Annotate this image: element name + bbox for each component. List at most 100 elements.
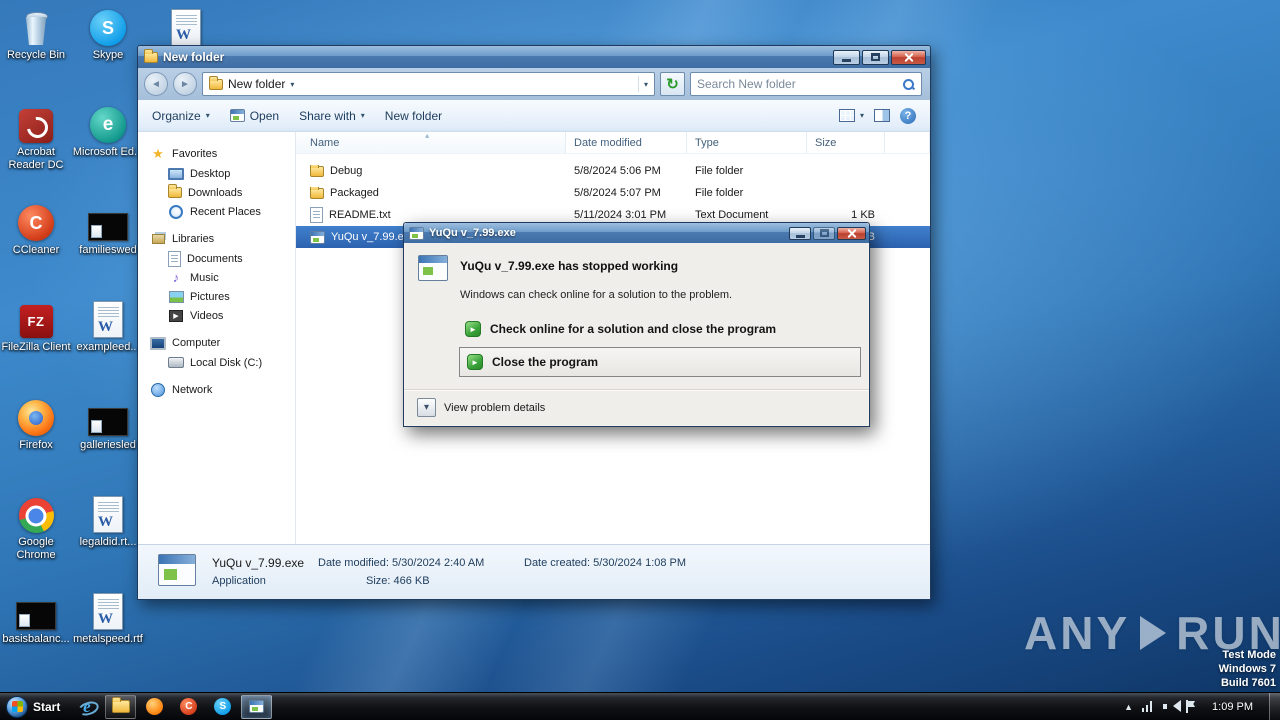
minimize-button[interactable]	[833, 49, 860, 65]
taskbar-firefox-button[interactable]	[139, 695, 170, 719]
dialog-titlebar[interactable]: YuQu v_7.99.exe	[404, 223, 869, 243]
column-header-name[interactable]: Name	[296, 132, 566, 153]
explorer-window-icon folder-icon	[144, 48, 158, 63]
library-icon	[150, 234, 166, 244]
desktop-icon-recycle-bin[interactable]: Recycle Bin	[0, 6, 72, 62]
search-input[interactable]	[697, 77, 896, 91]
taskbar-ccleaner-button[interactable]	[173, 695, 204, 719]
show-desktop-button[interactable]	[1269, 692, 1280, 720]
desktop-icon-exampleed[interactable]: exampleed...	[72, 298, 144, 354]
refresh-button[interactable]	[660, 72, 685, 96]
sidebar-item-pictures[interactable]: Pictures	[138, 287, 295, 306]
sidebar-group-computer[interactable]: Computer	[138, 333, 295, 353]
close-program-command-link[interactable]: Close the program	[459, 347, 861, 377]
folder-icon	[310, 165, 324, 177]
sidebar-group-network[interactable]: Network	[138, 380, 295, 400]
desktop-icon-firefox[interactable]: Firefox	[0, 396, 72, 452]
back-button[interactable]	[144, 72, 168, 96]
network-icon[interactable]	[1142, 701, 1155, 712]
close-button[interactable]	[891, 49, 926, 65]
check-online-command-link[interactable]: Check online for a solution and close th…	[465, 321, 776, 337]
taskbar-active-app-button[interactable]	[241, 694, 273, 719]
share-with-menu[interactable]: Share with	[299, 109, 365, 123]
desktop-icon-skype[interactable]: Skype	[72, 6, 144, 62]
sidebar-item-music[interactable]: Music	[138, 268, 295, 287]
desktop-icon-microsoft-ed[interactable]: Microsoft Ed...	[72, 103, 144, 159]
sidebar-item-desktop[interactable]: Desktop	[138, 164, 295, 183]
search-icon[interactable]	[902, 78, 915, 91]
sidebar-group-libraries[interactable]: Libraries	[138, 229, 295, 249]
watermark-any-text: ANY	[1024, 607, 1131, 659]
column-header-size[interactable]: Size	[807, 132, 885, 153]
desktop-icon-metalspeed[interactable]: metalspeed.rtf	[72, 590, 144, 646]
search-box[interactable]	[690, 72, 922, 96]
desktop-icon-basisbalanc[interactable]: basisbalanc...	[0, 590, 72, 646]
play-icon	[1140, 616, 1167, 650]
sidebar-group-favorites[interactable]: Favorites	[138, 144, 295, 164]
maximize-icon	[871, 53, 880, 61]
sidebar-item-documents[interactable]: Documents	[138, 249, 295, 268]
breadcrumb-chevron-down-icon[interactable]	[290, 80, 294, 89]
desktop-icon-document-top[interactable]	[150, 6, 222, 46]
sidebar-item-local-disk-c[interactable]: Local Disk (C:)	[138, 353, 295, 372]
sort-ascending-icon	[425, 132, 429, 140]
taskbar-clock[interactable]: 1:09 PM	[1205, 701, 1260, 713]
details-date-created: Date created: 5/30/2024 1:08 PM	[524, 557, 687, 569]
address-history-chevron-down-icon[interactable]	[644, 80, 648, 89]
taskbar-buttons	[69, 693, 274, 720]
desktop-icon-chrome[interactable]: Google Chrome	[0, 493, 72, 562]
error-dialog: YuQu v_7.99.exe YuQu v_7.99.exe has stop…	[403, 222, 870, 427]
start-label: Start	[33, 699, 61, 714]
preview-pane-button preview-icon[interactable]	[874, 109, 890, 122]
desktop-icon-label: Google Chrome	[16, 536, 56, 561]
column-headers: Name Date modified Type Size	[296, 132, 930, 154]
taskbar-skype-button[interactable]	[207, 695, 238, 719]
desktop-icon-legaldid[interactable]: legaldid.rt...	[72, 493, 144, 549]
sidebar-separator	[138, 372, 295, 380]
word-document-icon	[93, 593, 123, 630]
watermark-build: Build 7601	[1220, 677, 1276, 689]
breadcrumb[interactable]: New folder	[228, 77, 285, 91]
new-folder-button[interactable]: New folder	[385, 109, 442, 123]
show-hidden-icons-button chevron-up-icon[interactable]	[1124, 702, 1133, 712]
details-size: Size: 466 KB	[366, 575, 430, 587]
maximize-button[interactable]	[862, 49, 889, 65]
document-icon	[168, 250, 181, 267]
action-center-flag-icon[interactable]	[1185, 700, 1196, 713]
desktop-icon-label: metalspeed.rtf	[73, 633, 143, 645]
recent-places-label: Recent Places	[190, 205, 261, 218]
sidebar-item-videos[interactable]: Videos	[138, 306, 295, 325]
volume-icon[interactable]	[1163, 700, 1182, 713]
help-button help-icon[interactable]	[900, 107, 916, 124]
watermark-windows-version: Windows 7	[1218, 663, 1276, 675]
column-header-type[interactable]: Type	[687, 132, 807, 153]
desktop-icon-galleriesled[interactable]: galleriesled	[72, 396, 144, 452]
sidebar-item-recent-places[interactable]: Recent Places	[138, 202, 295, 221]
column-header-date-modified[interactable]: Date modified	[566, 132, 687, 153]
file-row-packaged[interactable]: Packaged 5/8/2024 5:07 PM File folder	[296, 182, 930, 204]
sidebar-separator	[138, 221, 295, 229]
forward-button[interactable]	[173, 72, 197, 96]
explorer-titlebar[interactable]: New folder	[138, 46, 930, 68]
dialog-minimize-button[interactable]	[789, 226, 811, 240]
file-row-debug[interactable]: Debug 5/8/2024 5:06 PM File folder	[296, 160, 930, 182]
desktop-icon-filezilla[interactable]: FileZilla Client	[0, 298, 72, 354]
address-box[interactable]: New folder	[202, 72, 655, 96]
organize-menu[interactable]: Organize	[152, 109, 210, 123]
desktop-icon-ccleaner[interactable]: CCleaner	[0, 201, 72, 257]
start-button[interactable]: Start	[0, 693, 69, 720]
dialog-close-button[interactable]	[837, 226, 866, 240]
desktop-icon-familieswed[interactable]: familieswed	[72, 201, 144, 257]
desktop-icon-label: Microsoft Ed...	[72, 146, 144, 158]
view-problem-details-label[interactable]: View problem details	[444, 402, 545, 414]
file-date: 5/11/2024 3:01 PM	[574, 209, 667, 221]
address-divider	[637, 76, 639, 92]
open-button[interactable]: Open	[229, 109, 279, 123]
sidebar-item-downloads[interactable]: Downloads	[138, 183, 295, 202]
taskbar-explorer-button[interactable]	[105, 694, 137, 719]
change-view-button[interactable]	[838, 109, 864, 122]
desktop-icon-acrobat[interactable]: Acrobat Reader DC	[0, 103, 72, 172]
skype-icon	[214, 698, 232, 715]
view-details-expander-button chevron-down-icon[interactable]	[417, 398, 436, 417]
taskbar-internet-explorer-button[interactable]	[71, 695, 102, 719]
